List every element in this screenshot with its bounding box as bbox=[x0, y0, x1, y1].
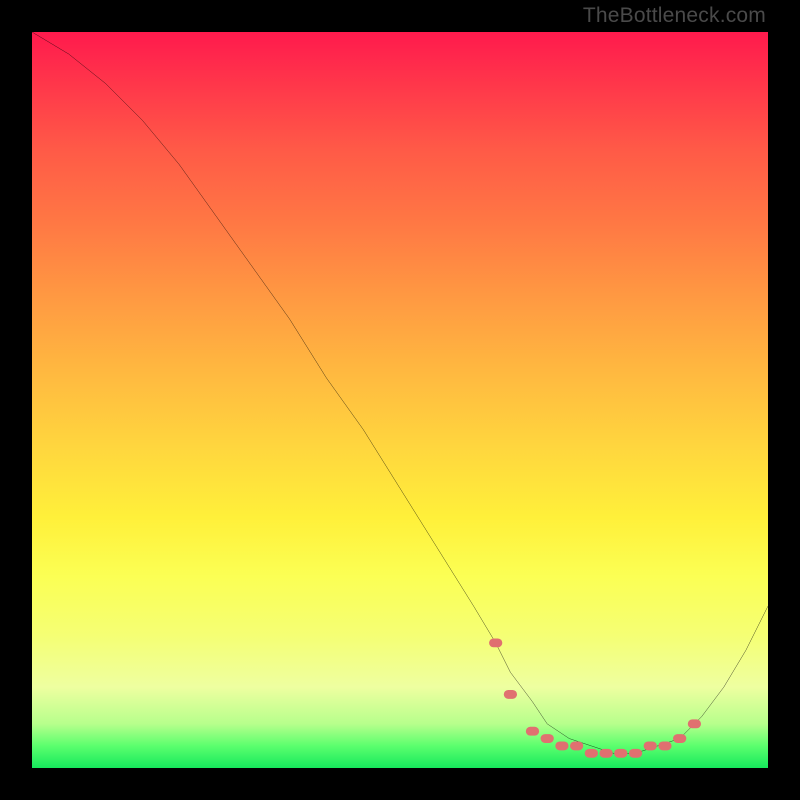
optimal-marker bbox=[688, 719, 701, 728]
optimal-marker bbox=[614, 749, 627, 758]
optimal-marker bbox=[629, 749, 642, 758]
optimal-marker bbox=[504, 690, 517, 699]
optimal-marker bbox=[599, 749, 612, 758]
chart-frame: TheBottleneck.com bbox=[0, 0, 800, 800]
optimal-zone-markers bbox=[489, 638, 701, 757]
optimal-marker bbox=[570, 742, 583, 751]
bottleneck-curve bbox=[32, 32, 768, 753]
optimal-marker bbox=[526, 727, 539, 736]
optimal-marker bbox=[658, 742, 671, 751]
optimal-marker bbox=[489, 638, 502, 647]
optimal-marker bbox=[644, 742, 657, 751]
optimal-marker bbox=[585, 749, 598, 758]
plot-area bbox=[32, 32, 768, 768]
source-watermark: TheBottleneck.com bbox=[583, 4, 766, 28]
optimal-marker bbox=[541, 734, 554, 743]
optimal-marker bbox=[673, 734, 686, 743]
curve-svg bbox=[32, 32, 768, 768]
bottleneck-curve-path bbox=[32, 32, 768, 753]
optimal-marker bbox=[555, 742, 568, 751]
